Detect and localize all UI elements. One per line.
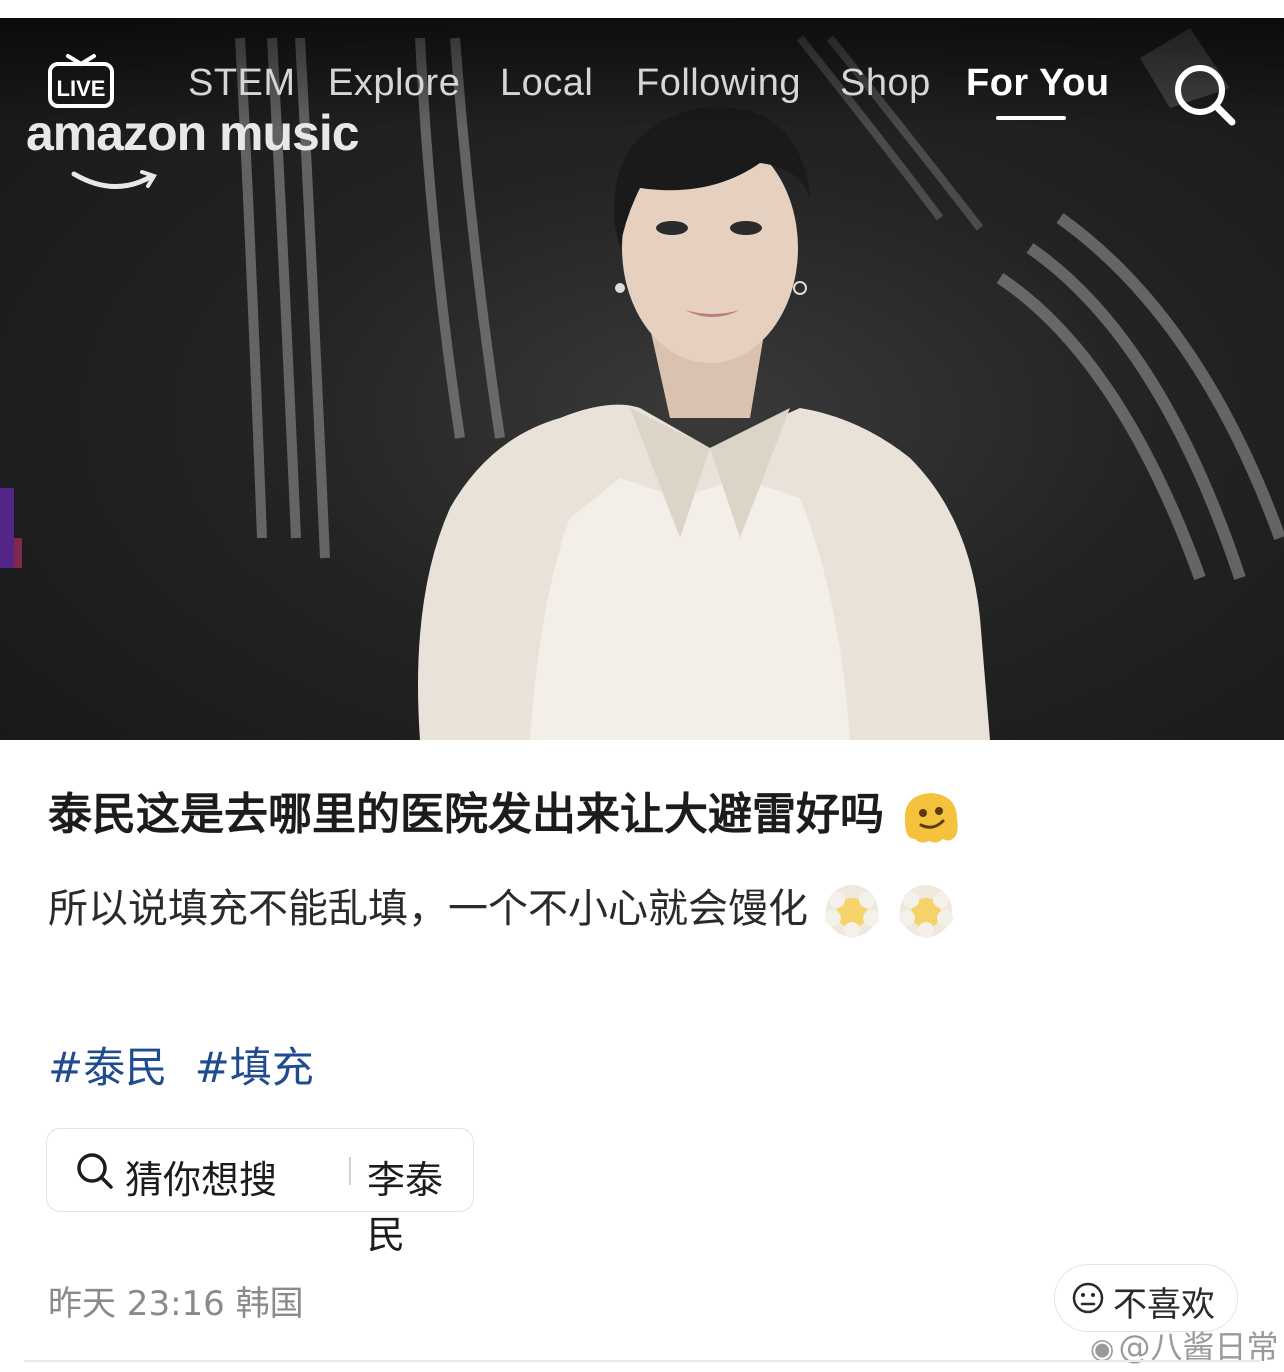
tab-local[interactable]: Local: [500, 62, 593, 105]
dislike-label: 不喜欢: [1113, 1285, 1215, 1325]
neutral-face-icon: [1072, 1282, 1104, 1314]
face-in-clouds-icon: [824, 885, 879, 938]
live-label: LIVE: [57, 76, 106, 101]
person-figure: [418, 107, 990, 740]
tab-stem[interactable]: STEM: [188, 62, 296, 105]
hashtag-link[interactable]: #填充: [195, 1043, 314, 1092]
post-title-text: 泰民这是去哪里的医院发出来让大避雷好吗: [48, 789, 884, 840]
divider: [349, 1157, 351, 1185]
tab-for-you[interactable]: For You: [966, 62, 1110, 105]
search-icon: [77, 1153, 113, 1189]
post-body-text: 所以说填充不能乱填，一个不小心就会馒化: [48, 886, 808, 932]
post-meta: 昨天 23:16 韩国: [48, 1276, 304, 1325]
suggested-search-chip[interactable]: 猜你想搜 李泰民: [46, 1128, 474, 1257]
tab-shop[interactable]: Shop: [840, 62, 931, 105]
suggest-label: 猜你想搜: [125, 1158, 278, 1202]
post-location: 韩国: [235, 1284, 304, 1324]
active-tab-indicator: [996, 116, 1066, 120]
post-title: 泰民这是去哪里的医院发出来让大避雷好吗: [48, 778, 963, 847]
hashtag-link[interactable]: #泰民: [48, 1043, 167, 1092]
search-icon[interactable]: [1168, 58, 1240, 130]
video-top-nav: LIVE STEM Explore Local Following Shop F…: [0, 40, 1284, 126]
suggest-keyword[interactable]: 李泰民: [367, 1149, 473, 1259]
brand-smile-icon: [71, 170, 157, 189]
post-time: 昨天 23:16: [48, 1284, 225, 1324]
divider: [24, 1360, 1260, 1362]
melting-face-emoji-icon: [905, 793, 958, 843]
hashtag-list: #泰民 #填充: [48, 1034, 328, 1095]
brand-overlay: amazon music: [26, 105, 360, 161]
tab-explore[interactable]: Explore: [328, 62, 460, 105]
live-tv-icon[interactable]: LIVE: [46, 50, 116, 110]
tab-following[interactable]: Following: [636, 62, 801, 105]
video-player[interactable]: LIVE STEM Explore Local Following Shop F…: [0, 18, 1284, 740]
face-in-clouds-icon: [899, 885, 954, 938]
post-body: 所以说填充不能乱填，一个不小心就会馒化: [48, 876, 957, 940]
